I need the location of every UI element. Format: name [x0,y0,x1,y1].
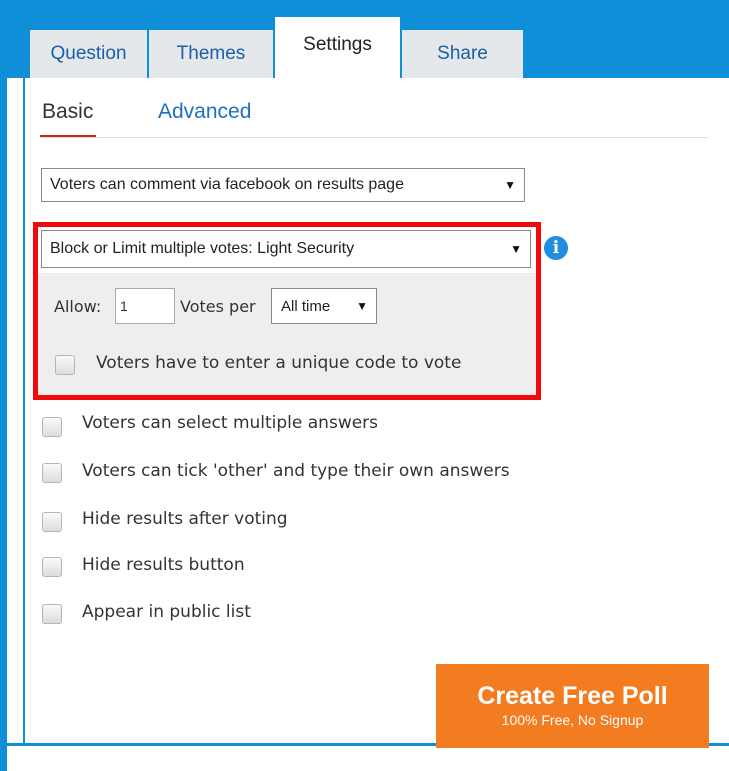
comments-select-value: Voters can comment via facebook on resul… [50,176,404,193]
create-free-poll-button[interactable]: Create Free Poll 100% Free, No Signup [436,664,709,748]
tab-question-label: Question [50,43,127,64]
info-icon[interactable]: i [544,236,568,260]
subtab-divider [40,137,708,138]
dropdown-arrow-icon: ▼ [356,299,368,313]
tab-themes-label: Themes [176,43,246,64]
multiple-answers-checkbox[interactable] [42,417,62,437]
hide-results-button-checkbox[interactable] [42,557,62,577]
security-select-value: Block or Limit multiple votes: Light Sec… [50,240,355,257]
dropdown-arrow-icon: ▼ [504,178,516,192]
other-answers-label: Voters can tick 'other' and type their o… [82,461,510,481]
allow-votes-input[interactable]: 1 [115,288,175,324]
unique-code-label: Voters have to enter a unique code to vo… [96,353,462,373]
public-list-checkbox[interactable] [42,604,62,624]
allow-label: Allow: [54,297,102,316]
create-button-title: Create Free Poll [477,682,668,710]
subtab-basic[interactable]: Basic [42,100,93,124]
tab-themes[interactable]: Themes [149,30,273,78]
left-border-strip [0,0,7,771]
multiple-answers-label: Voters can select multiple answers [82,413,379,433]
tab-question[interactable]: Question [30,30,147,78]
dropdown-arrow-icon: ▼ [510,242,522,256]
period-select[interactable]: All time ▼ [271,288,377,324]
tab-share-label: Share [437,43,488,64]
tab-share[interactable]: Share [402,30,523,78]
public-list-label: Appear in public list [82,602,251,622]
unique-code-checkbox[interactable] [55,355,75,375]
hide-results-button-label: Hide results button [82,555,245,575]
subtab-advanced[interactable]: Advanced [158,100,251,124]
period-select-value: All time [281,297,331,315]
security-select[interactable]: Block or Limit multiple votes: Light Sec… [41,230,531,268]
create-button-subtitle: 100% Free, No Signup [501,712,644,728]
tab-settings-label: Settings [303,34,372,55]
hide-results-after-voting-checkbox[interactable] [42,512,62,532]
allow-votes-value: 1 [120,298,128,314]
tab-settings[interactable]: Settings [275,17,400,78]
other-answers-checkbox[interactable] [42,463,62,483]
comments-select[interactable]: Voters can comment via facebook on resul… [41,168,525,202]
hide-results-after-voting-label: Hide results after voting [82,509,288,529]
votes-per-label: Votes per [180,297,256,316]
